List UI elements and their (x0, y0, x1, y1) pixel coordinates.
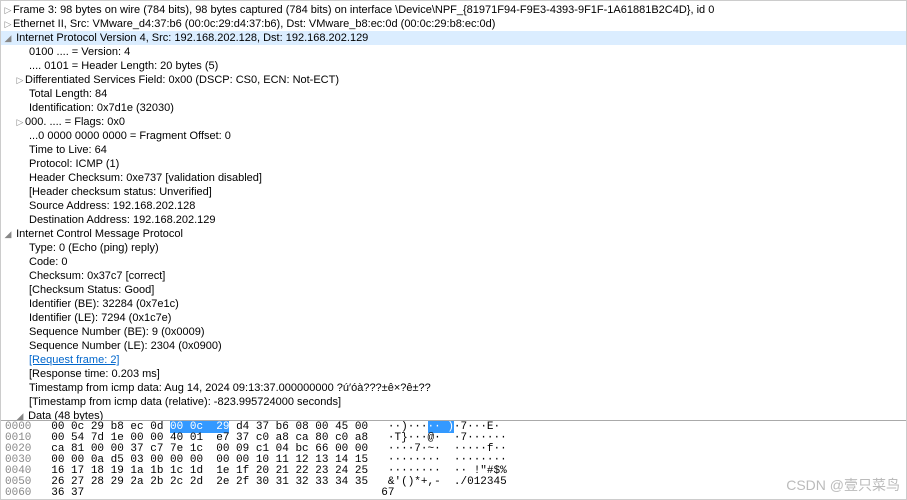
expand-icon[interactable]: ▷ (3, 3, 13, 17)
ip-src-row[interactable]: Source Address: 192.168.202.128 (1, 199, 906, 213)
ip-dst-row[interactable]: Destination Address: 192.168.202.129 (1, 213, 906, 227)
icmp-code-row[interactable]: Code: 0 (1, 255, 906, 269)
ip-ds-row[interactable]: ▷Differentiated Services Field: 0x00 (DS… (1, 73, 906, 87)
collapse-icon[interactable]: ◢ (15, 409, 25, 421)
ip-proto-row[interactable]: Protocol: ICMP (1) (1, 157, 906, 171)
hex-offset: 0060 (5, 487, 31, 499)
expand-icon[interactable]: ▷ (15, 115, 25, 129)
expand-icon[interactable]: ▷ (3, 17, 13, 31)
ip-version-row[interactable]: 0100 .... = Version: 4 (1, 45, 906, 59)
hex-dump-pane[interactable]: 0000 00 0c 29 b8 ec 0d 00 0c 29 d4 37 b6… (1, 421, 906, 499)
icmp-csum-row[interactable]: Checksum: 0x37c7 [correct] (1, 269, 906, 283)
ip-id-row[interactable]: Identification: 0x7d1e (32030) (1, 101, 906, 115)
collapse-icon[interactable]: ◢ (3, 227, 13, 241)
ip-hlen-row[interactable]: .... 0101 = Header Length: 20 bytes (5) (1, 59, 906, 73)
icmp-label: Internet Control Message Protocol (16, 228, 183, 240)
ip-csum-row[interactable]: Header Checksum: 0xe737 [validation disa… (1, 171, 906, 185)
icmp-csum-status-row[interactable]: [Checksum Status: Good] (1, 283, 906, 297)
icmp-id-le-row[interactable]: Identifier (LE): 7294 (0x1c7e) (1, 311, 906, 325)
ip-row[interactable]: ◢ Internet Protocol Version 4, Src: 192.… (1, 31, 906, 45)
ip-label: Internet Protocol Version 4, Src: 192.16… (16, 32, 368, 44)
ip-csum-status-row[interactable]: [Header checksum status: Unverified] (1, 185, 906, 199)
ip-flags-row[interactable]: ▷000. .... = Flags: 0x0 (1, 115, 906, 129)
ip-frag-row[interactable]: ...0 0000 0000 0000 = Fragment Offset: 0 (1, 129, 906, 143)
icmp-seq-le-row[interactable]: Sequence Number (LE): 2304 (0x0900) (1, 339, 906, 353)
ethernet-row[interactable]: ▷Ethernet II, Src: VMware_d4:37:b6 (00:0… (1, 17, 906, 31)
frame-label: Frame 3: 98 bytes on wire (784 bits), 98… (13, 4, 714, 16)
icmp-seq-be-row[interactable]: Sequence Number (BE): 9 (0x0009) (1, 325, 906, 339)
collapse-icon[interactable]: ◢ (3, 31, 13, 45)
ip-ttl-row[interactable]: Time to Live: 64 (1, 143, 906, 157)
icmp-type-row[interactable]: Type: 0 (Echo (ping) reply) (1, 241, 906, 255)
ip-totlen-row[interactable]: Total Length: 84 (1, 87, 906, 101)
packet-details-pane[interactable]: ▷Frame 3: 98 bytes on wire (784 bits), 9… (1, 1, 906, 421)
icmp-row[interactable]: ◢ Internet Control Message Protocol (1, 227, 906, 241)
data-row[interactable]: ◢ Data (48 bytes) (1, 409, 906, 421)
icmp-ts-rel-row[interactable]: [Timestamp from icmp data (relative): -8… (1, 395, 906, 409)
icmp-ts-row[interactable]: Timestamp from icmp data: Aug 14, 2024 0… (1, 381, 906, 395)
eth-label: Ethernet II, Src: VMware_d4:37:b6 (00:0c… (13, 18, 495, 30)
request-frame-link[interactable]: [Request frame: 2] (29, 354, 120, 366)
icmp-id-be-row[interactable]: Identifier (BE): 32284 (0x7e1c) (1, 297, 906, 311)
expand-icon[interactable]: ▷ (15, 73, 25, 87)
hex-row[interactable]: 0060 36 37 67 (1, 488, 906, 499)
icmp-resp-time-row[interactable]: [Response time: 0.203 ms] (1, 367, 906, 381)
frame-row[interactable]: ▷Frame 3: 98 bytes on wire (784 bits), 9… (1, 3, 906, 17)
data-label: Data (48 bytes) (28, 410, 103, 421)
icmp-req-frame-row[interactable]: [Request frame: 2] (1, 353, 906, 367)
